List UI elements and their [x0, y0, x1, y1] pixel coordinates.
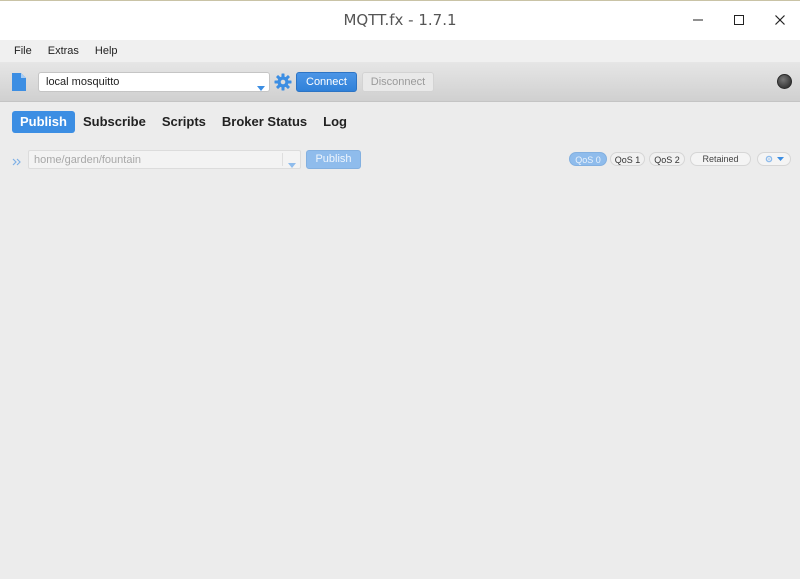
minimize-icon [693, 19, 703, 21]
chevron-down-icon [288, 156, 296, 174]
publish-button[interactable]: Publish [306, 150, 361, 169]
qos-2-toggle[interactable]: QoS 2 [649, 152, 685, 166]
dropdown-divider [282, 153, 283, 166]
maximize-button[interactable] [719, 7, 759, 33]
chevron-down-icon [257, 79, 265, 97]
minimize-button[interactable] [678, 7, 718, 33]
tab-scripts[interactable]: Scripts [154, 111, 214, 133]
menu-file[interactable]: File [0, 45, 40, 57]
connect-button[interactable]: Connect [296, 72, 357, 92]
connection-status-led [777, 74, 792, 89]
main-tabs: Publish Subscribe Scripts Broker Status … [12, 111, 355, 133]
close-button[interactable] [760, 7, 800, 33]
gear-icon[interactable] [274, 73, 292, 96]
topic-dropdown[interactable]: home/garden/fountain [28, 150, 301, 169]
qos-1-toggle[interactable]: QoS 1 [610, 152, 645, 166]
double-chevron-right-icon[interactable] [12, 154, 22, 172]
menu-extras[interactable]: Extras [40, 45, 87, 57]
topic-placeholder: home/garden/fountain [34, 154, 142, 166]
message-content-area[interactable] [0, 175, 800, 579]
tab-subscribe[interactable]: Subscribe [75, 111, 154, 133]
qos-0-toggle[interactable]: QoS 0 [569, 152, 607, 166]
connection-profile-dropdown[interactable]: local mosquitto [38, 72, 270, 92]
menu-help[interactable]: Help [87, 45, 126, 57]
tab-broker-status[interactable]: Broker Status [214, 111, 315, 133]
tab-publish[interactable]: Publish [12, 111, 75, 133]
disconnect-button[interactable]: Disconnect [362, 72, 434, 92]
gear-icon [765, 155, 772, 163]
connection-profile-value: local mosquitto [46, 76, 120, 88]
maximize-icon [734, 15, 744, 25]
menu-bar: File Extras Help [0, 40, 800, 62]
publish-options-button[interactable] [757, 152, 791, 166]
chevron-down-icon [776, 156, 784, 161]
document-icon[interactable] [11, 72, 27, 97]
tab-log[interactable]: Log [315, 111, 355, 133]
window-titlebar: MQTT.fx - 1.7.1 [0, 0, 800, 40]
retained-toggle[interactable]: Retained [690, 152, 751, 166]
close-icon [775, 15, 785, 25]
